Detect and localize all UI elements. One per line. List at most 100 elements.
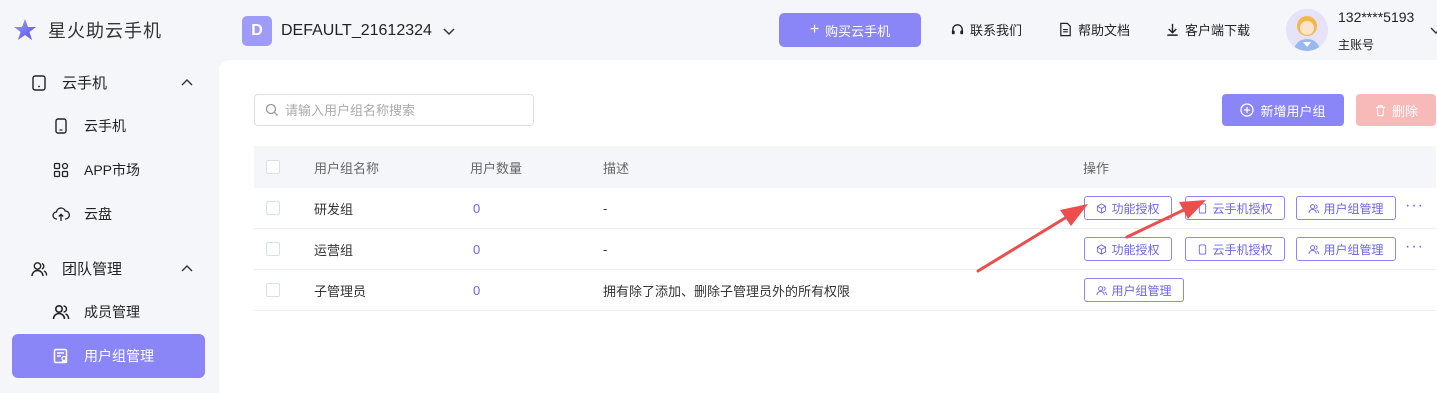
user-group-icon [53, 348, 68, 364]
phone-icon [55, 118, 67, 134]
user-count-link[interactable]: 0 [473, 201, 480, 216]
op-label: 云手机授权 [1212, 201, 1273, 216]
user-phone: 132****5193 [1338, 9, 1415, 25]
top-header: 星火助云手机 D DEFAULT_21612324 + 购买云手机 联系我们 帮… [0, 0, 1437, 60]
members-icon [52, 304, 70, 320]
add-button-label: 新增用户组 [1260, 103, 1326, 119]
delete-button[interactable]: 删除 [1356, 94, 1436, 126]
trash-icon [1375, 104, 1386, 116]
table-row: 运营组 0 - 功能授权 云手机授权 用户组管理 ··· [254, 229, 1436, 270]
brand-name: 星火助云手机 [48, 21, 162, 41]
sidebar-item-label: APP市场 [84, 162, 141, 178]
nav-group-label: 团队管理 [62, 261, 123, 278]
nav-group-cloud-phone[interactable]: 云手机 [30, 72, 107, 93]
op-label: 云手机授权 [1212, 242, 1273, 257]
users-icon [1096, 285, 1108, 295]
phone-icon [1199, 202, 1207, 214]
users-icon [1308, 203, 1320, 213]
sidebar-item-member-management[interactable]: 成员管理 [12, 290, 205, 334]
search-icon [265, 103, 278, 116]
star-logo-icon [14, 19, 36, 40]
plus-circle-icon [1240, 103, 1255, 117]
cube-icon [1097, 202, 1107, 214]
main-content: 新增用户组 删除 用户组名称 用户数量 描述 操作 研发组 0 - 功能授权 云… [219, 60, 1437, 393]
chevron-up-icon[interactable] [180, 262, 194, 276]
column-header-name: 用户组名称 [314, 160, 380, 176]
sidebar-item-label: 云盘 [84, 206, 112, 222]
buy-button-label: 购买云手机 [825, 23, 891, 39]
group-name: 研发组 [314, 201, 354, 217]
user-count-link[interactable]: 0 [473, 242, 480, 257]
user-group-manage-button[interactable]: 用户组管理 [1084, 278, 1184, 302]
more-actions-icon[interactable]: ··· [1405, 197, 1424, 215]
table-row: 子管理员 0 拥有除了添加、删除子管理员外的所有权限 用户组管理 [254, 270, 1436, 311]
cloud-phone-auth-button[interactable]: 云手机授权 [1185, 237, 1285, 261]
cloud-phone-auth-button[interactable]: 云手机授权 [1185, 196, 1285, 220]
help-docs-link[interactable]: 帮助文档 [1058, 20, 1130, 39]
sidebar-item-label: 用户组管理 [84, 348, 154, 364]
user-group-manage-button[interactable]: 用户组管理 [1296, 196, 1396, 220]
download-icon [1167, 23, 1178, 36]
add-user-group-button[interactable]: 新增用户组 [1222, 94, 1344, 126]
headset-icon [951, 24, 964, 35]
nav-group-label: 云手机 [62, 75, 108, 92]
op-label: 用户组管理 [1323, 242, 1384, 257]
client-download-label: 客户端下载 [1185, 23, 1251, 38]
sidebar-item-cloud-phone[interactable]: 云手机 [12, 104, 205, 148]
nav-group-team-management[interactable]: 团队管理 [30, 258, 122, 279]
group-description: - [603, 200, 608, 216]
user-group-manage-button[interactable]: 用户组管理 [1296, 237, 1396, 261]
op-label: 用户组管理 [1323, 201, 1384, 216]
sidebar: 云手机 云手机 APP市场 云盘 团队管理 成员管理 用户组管理 [0, 60, 219, 393]
contact-us-label: 联系我们 [970, 23, 1023, 38]
op-label: 用户组管理 [1111, 283, 1172, 298]
cloud-upload-icon [52, 207, 70, 221]
column-header-count: 用户数量 [470, 160, 523, 176]
client-download-link[interactable]: 客户端下载 [1165, 20, 1250, 39]
table-header: 用户组名称 用户数量 描述 操作 [254, 146, 1436, 188]
group-name: 运营组 [314, 242, 354, 258]
column-header-actions: 操作 [1083, 160, 1110, 176]
function-auth-button[interactable]: 功能授权 [1084, 196, 1172, 220]
chevron-up-icon[interactable] [180, 76, 194, 90]
sidebar-item-app-market[interactable]: APP市场 [12, 148, 205, 192]
phone-icon [32, 74, 46, 91]
more-actions-icon[interactable]: ··· [1405, 238, 1424, 256]
row-checkbox[interactable] [266, 242, 280, 256]
document-icon [1060, 22, 1071, 37]
apps-grid-icon [53, 162, 69, 178]
brand-logo[interactable]: 星火助云手机 [12, 17, 162, 43]
cube-icon [1097, 243, 1107, 255]
buy-cloud-phone-button[interactable]: + 购买云手机 [779, 13, 921, 47]
column-header-description: 描述 [603, 160, 630, 176]
select-all-checkbox[interactable] [266, 160, 280, 174]
op-label: 功能授权 [1111, 201, 1160, 216]
phone-icon [1199, 243, 1207, 255]
function-auth-button[interactable]: 功能授权 [1084, 237, 1172, 261]
plus-icon: + [809, 21, 820, 38]
user-group-table: 用户组名称 用户数量 描述 操作 研发组 0 - 功能授权 云手机授权 用户组管… [254, 146, 1436, 311]
search-input[interactable] [285, 102, 525, 118]
user-count-link[interactable]: 0 [473, 283, 480, 298]
sidebar-item-cloud-disk[interactable]: 云盘 [12, 192, 205, 236]
team-icon [31, 261, 48, 276]
delete-button-label: 删除 [1391, 103, 1418, 119]
user-avatar[interactable] [1286, 9, 1328, 51]
sidebar-item-label: 云手机 [84, 118, 126, 134]
user-avatar-image [1286, 9, 1328, 51]
search-box[interactable] [254, 94, 534, 126]
row-checkbox[interactable] [266, 283, 280, 297]
help-docs-label: 帮助文档 [1078, 23, 1131, 38]
row-checkbox[interactable] [266, 201, 280, 215]
chevron-down-icon [443, 28, 455, 36]
workspace-switcher[interactable]: D DEFAULT_21612324 [242, 16, 456, 46]
workspace-name: DEFAULT_21612324 [281, 22, 432, 39]
sidebar-item-user-group-management[interactable]: 用户组管理 [12, 334, 205, 378]
chevron-down-icon[interactable] [1430, 24, 1437, 36]
sidebar-item-label: 成员管理 [84, 304, 140, 320]
table-row: 研发组 0 - 功能授权 云手机授权 用户组管理 ··· [254, 188, 1436, 229]
workspace-badge: D [242, 16, 272, 46]
contact-us-link[interactable]: 联系我们 [950, 20, 1022, 39]
users-icon [1308, 244, 1320, 254]
group-description: 拥有除了添加、删除子管理员外的所有权限 [603, 283, 851, 299]
